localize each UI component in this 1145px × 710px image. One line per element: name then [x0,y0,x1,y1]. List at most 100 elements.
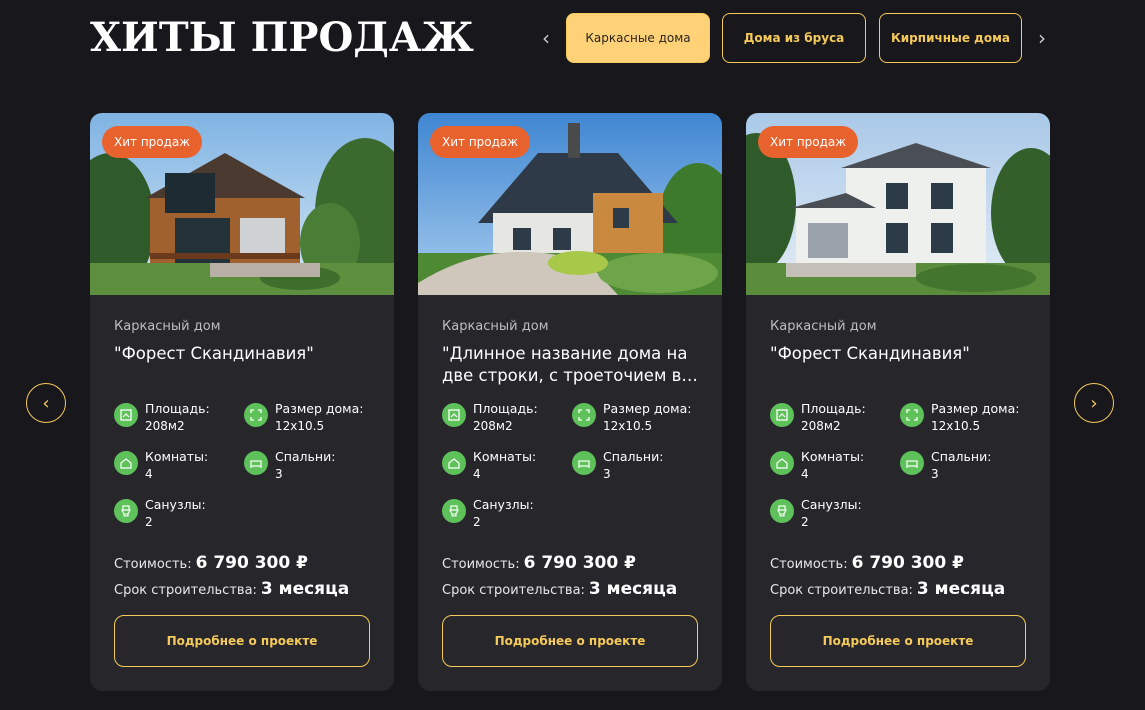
house-photo[interactable]: Хит продаж [746,113,1050,295]
spec-bedrooms: Спальни: 3 [244,449,374,487]
spec-rooms: Комнаты: 4 [770,449,900,487]
spec-value: 2 [801,515,809,529]
spec-value: 4 [145,467,153,481]
tab-frame-houses[interactable]: Каркасные дома [566,13,710,63]
spec-label: Размер дома: [275,401,364,416]
term-row: Срок строительства: 3 месяца [770,579,1005,599]
spec-rooms: Комнаты: 4 [114,449,244,487]
spec-label: Спальни: [603,449,664,464]
spec-value: 2 [473,515,481,529]
price-label: Стоимость: [114,557,192,572]
house-photo[interactable]: Хит продаж [418,113,722,295]
carousel-prev-button[interactable]: ‹ [26,383,66,423]
spec-value: 208м2 [473,419,513,433]
carousel-next-button[interactable]: › [1074,383,1114,423]
spec-size: Размер дома: 12х10.5 [900,401,1030,439]
term-row: Срок строительства: 3 месяца [442,579,677,599]
house-photo[interactable]: Хит продаж [90,113,394,295]
spec-value: 4 [801,467,809,481]
house-type: Каркасный дом [114,319,221,334]
house-type: Каркасный дом [770,319,877,334]
toilet-icon [770,499,794,523]
tab-timber-houses[interactable]: Дома из бруса [722,13,866,63]
price-value: 6 790 300 ₽ [195,553,308,573]
term-row: Срок строительства: 3 месяца [114,579,349,599]
price-row: Стоимость: 6 790 300 ₽ [770,553,964,573]
spec-value: 3 [275,467,283,481]
area-icon [114,403,138,427]
spec-value: 208м2 [145,419,185,433]
price-row: Стоимость: 6 790 300 ₽ [114,553,308,573]
house-name: "Длинное название дома на две строки, с … [442,344,688,385]
spec-area: Площадь: 208м2 [442,401,572,439]
term-value: 3 месяца [916,579,1006,599]
rooms-icon [114,451,138,475]
chevron-left-icon: ‹ [42,392,50,414]
spec-bedrooms: Спальни: 3 [900,449,1030,487]
spec-bathrooms: Санузлы: 2 [114,497,244,535]
project-details-button[interactable]: Подробнее о проекте [442,615,698,667]
spec-label: Санузлы: [145,497,206,512]
spec-size: Размер дома: 12х10.5 [244,401,374,439]
spec-label: Размер дома: [603,401,692,416]
price-value: 6 790 300 ₽ [523,553,636,573]
spec-value: 3 [931,467,939,481]
bed-icon [572,451,596,475]
spec-size: Размер дома: 12х10.5 [572,401,702,439]
spec-bathrooms: Санузлы: 2 [442,497,572,535]
spec-label: Спальни: [275,449,336,464]
spec-value: 12х10.5 [275,419,325,433]
bed-icon [244,451,268,475]
price-label: Стоимость: [442,557,520,572]
spec-value: 4 [473,467,481,481]
house-name: "Форест Скандинавия" [770,344,970,363]
spec-area: Площадь: 208м2 [114,401,244,439]
rooms-icon [442,451,466,475]
spec-label: Комнаты: [801,449,865,464]
spec-label: Санузлы: [801,497,862,512]
term-label: Срок строительства: [770,583,913,598]
price-value: 6 790 300 ₽ [851,553,964,573]
spec-value: 2 [145,515,153,529]
spec-label: Спальни: [931,449,992,464]
house-type: Каркасный дом [442,319,549,334]
spec-label: Комнаты: [145,449,209,464]
tabs-next-icon[interactable]: › [1032,26,1052,50]
spec-label: Площадь: [801,401,866,416]
hit-badge: Хит продаж [758,126,859,158]
spec-value: 208м2 [801,419,841,433]
spec-label: Размер дома: [931,401,1020,416]
term-value: 3 месяца [260,579,350,599]
expand-icon [900,403,924,427]
expand-icon [572,403,596,427]
project-card: Хит продаж Каркасный дом "Форест Скандин… [746,113,1050,691]
tabs-prev-icon[interactable]: ‹ [536,26,556,50]
tab-brick-houses[interactable]: Кирпичные дома [879,13,1022,63]
price-label: Стоимость: [770,557,848,572]
rooms-icon [770,451,794,475]
spec-rooms: Комнаты: 4 [442,449,572,487]
spec-label: Санузлы: [473,497,534,512]
expand-icon [244,403,268,427]
spec-bedrooms: Спальни: 3 [572,449,702,487]
chevron-right-icon: › [1090,392,1098,414]
project-details-button[interactable]: Подробнее о проекте [770,615,1026,667]
area-icon [770,403,794,427]
spec-value: 12х10.5 [931,419,981,433]
toilet-icon [114,499,138,523]
price-row: Стоимость: 6 790 300 ₽ [442,553,636,573]
spec-label: Площадь: [473,401,538,416]
area-icon [442,403,466,427]
toilet-icon [442,499,466,523]
term-label: Срок строительства: [442,583,585,598]
project-details-button[interactable]: Подробнее о проекте [114,615,370,667]
spec-bathrooms: Санузлы: 2 [770,497,900,535]
spec-value: 12х10.5 [603,419,653,433]
term-value: 3 месяца [588,579,678,599]
project-card: Хит продаж Каркасный дом "Длинное назван… [418,113,722,691]
spec-label: Комнаты: [473,449,537,464]
bed-icon [900,451,924,475]
hit-badge: Хит продаж [102,126,203,158]
spec-value: 3 [603,467,611,481]
house-name: "Форест Скандинавия" [114,344,314,363]
